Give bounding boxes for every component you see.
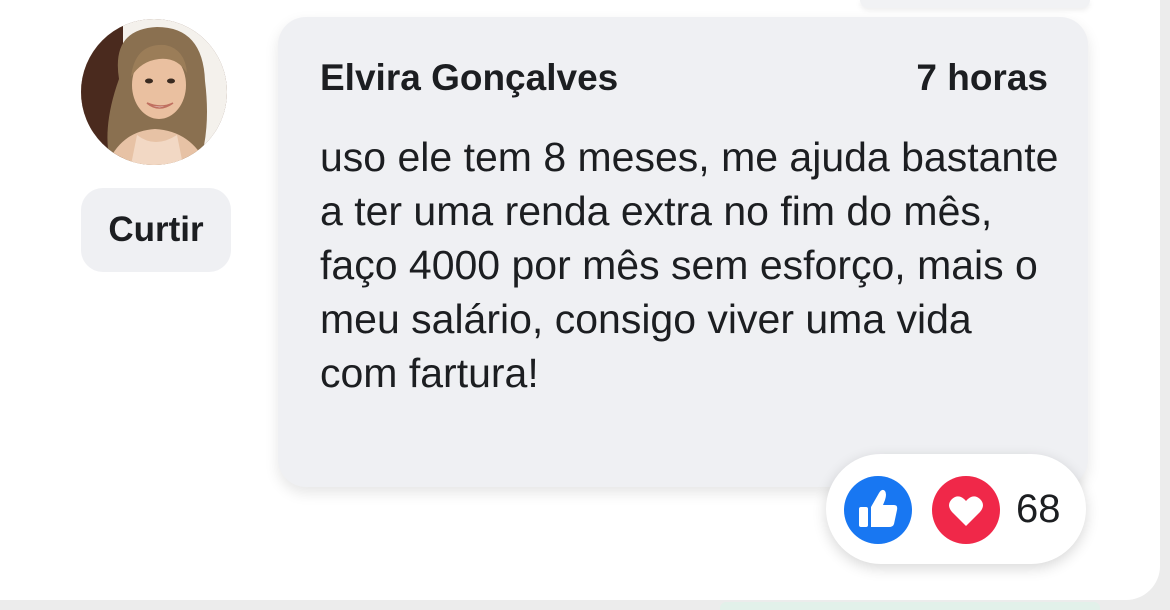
comment-card: Curtir Elvira Gonçalves 7 horas uso ele … xyxy=(0,0,1160,600)
comment-timestamp: 7 horas xyxy=(916,57,1048,98)
avatar-photo xyxy=(81,19,227,165)
reactions-summary[interactable]: 68 xyxy=(826,454,1086,564)
author-avatar[interactable] xyxy=(81,19,227,165)
love-icon xyxy=(930,474,1002,546)
comment-text: uso ele tem 8 meses, me ajuda bastante a… xyxy=(320,134,1059,396)
like-comment-button[interactable]: Curtir xyxy=(81,188,231,272)
comment-author[interactable]: Elvira Gonçalves xyxy=(320,57,618,99)
comment-bubble: Elvira Gonçalves 7 horas uso ele tem 8 m… xyxy=(278,17,1088,487)
like-icon xyxy=(842,474,914,546)
reaction-count: 68 xyxy=(1016,487,1061,531)
previous-comment-edge xyxy=(860,0,1090,8)
next-element-edge xyxy=(720,602,1100,610)
